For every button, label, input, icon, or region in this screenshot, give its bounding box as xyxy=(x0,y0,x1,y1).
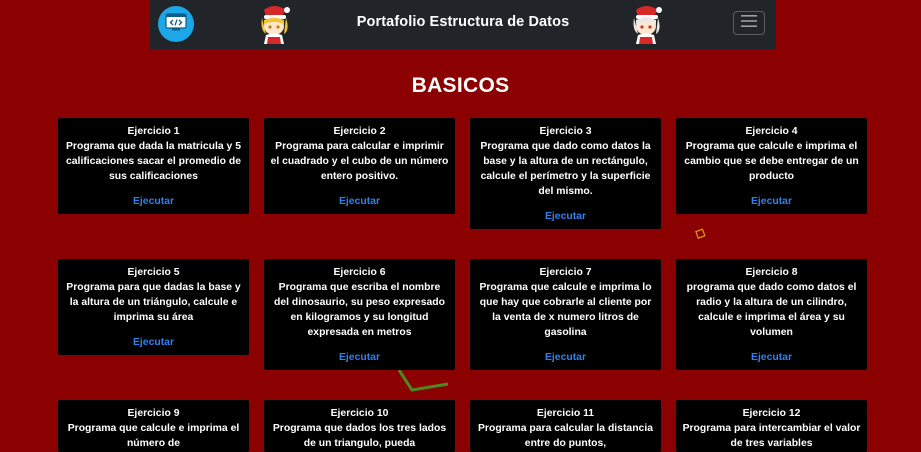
execute-link[interactable]: Ejecutar xyxy=(682,194,861,209)
execute-link[interactable]: Ejecutar xyxy=(476,350,655,365)
navbar: Portafolio Estructura de Datos xyxy=(150,0,776,49)
execute-link[interactable]: Ejecutar xyxy=(64,335,243,350)
exercise-card: Ejercicio 6 Programa que escriba el nomb… xyxy=(264,259,455,370)
card-description: Programa que calcule e imprima lo que ha… xyxy=(479,282,652,338)
exercise-card: Ejercicio 3 Programa que dado como datos… xyxy=(470,118,661,229)
exercise-card: Ejercicio 5 Programa para que dadas la b… xyxy=(58,259,249,355)
card-description: Programa que dada la matricula y 5 calif… xyxy=(66,141,241,182)
card-title: Ejercicio 10 xyxy=(330,408,389,419)
execute-link[interactable]: Ejecutar xyxy=(476,209,655,224)
exercise-card: Ejercicio 8 programa que dado como datos… xyxy=(676,259,867,370)
exercise-card: Ejercicio 1 Programa que dada la matricu… xyxy=(58,118,249,214)
card-title: Ejercicio 7 xyxy=(539,267,592,278)
card-description: programa que dado como datos el radio y … xyxy=(686,282,857,338)
card-description: Programa para calcular la distancia entr… xyxy=(478,423,653,449)
card-title: Ejercicio 1 xyxy=(127,126,180,137)
card-description: Programa que dado como datos la base y l… xyxy=(480,141,651,197)
exercise-card: Ejercicio 4 Programa que calcule e impri… xyxy=(676,118,867,214)
card-title: Ejercicio 3 xyxy=(539,126,592,137)
card-description: Programa que calcule e imprima el número… xyxy=(67,423,240,449)
exercise-card: Ejercicio 11 Programa para calcular la d… xyxy=(470,400,661,452)
section-heading: BASICOS xyxy=(411,74,510,97)
card-title: Ejercicio 5 xyxy=(127,267,180,278)
execute-link[interactable]: Ejecutar xyxy=(270,194,449,209)
card-description: Programa para que dadas la base y la alt… xyxy=(66,282,241,323)
hamburger-menu-icon xyxy=(741,14,757,32)
anime-santa-mascot-icon xyxy=(626,4,666,46)
card-description: Programa para calcular e imprimir el cua… xyxy=(270,141,449,182)
card-title: Ejercicio 6 xyxy=(333,267,386,278)
confetti-square-decoration xyxy=(695,227,707,245)
card-description: Programa para intercambiar el valor de t… xyxy=(682,423,861,449)
execute-link[interactable]: Ejecutar xyxy=(270,350,449,365)
execute-link[interactable]: Ejecutar xyxy=(64,194,243,209)
card-description: Programa que escriba el nombre del dinos… xyxy=(274,282,445,338)
card-title: Ejercicio 9 xyxy=(127,408,180,419)
exercise-card: Ejercicio 9 Programa que calcule e impri… xyxy=(58,400,249,452)
card-description: Programa que calcule e imprima el cambio… xyxy=(684,141,859,182)
card-description: Programa que dados los tres lados de un … xyxy=(272,423,447,449)
card-title: Ejercicio 4 xyxy=(745,126,798,137)
exercise-card: Ejercicio 2 Programa para calcular e imp… xyxy=(264,118,455,214)
exercise-card: Ejercicio 10 Programa que dados los tres… xyxy=(264,400,455,452)
card-title: Ejercicio 2 xyxy=(333,126,386,137)
navbar-title[interactable]: Portafolio Estructura de Datos xyxy=(150,14,776,30)
exercise-card: Ejercicio 12 Programa para intercambiar … xyxy=(676,400,867,452)
card-title: Ejercicio 8 xyxy=(745,267,798,278)
exercise-card: Ejercicio 7 Programa que calcule e impri… xyxy=(470,259,661,370)
navbar-toggler-button[interactable] xyxy=(733,11,765,35)
page: Portafolio Estructura de Datos BASICOS E… xyxy=(0,0,921,452)
execute-link[interactable]: Ejecutar xyxy=(682,350,861,365)
card-title: Ejercicio 12 xyxy=(742,408,801,419)
card-title: Ejercicio 11 xyxy=(536,408,595,419)
